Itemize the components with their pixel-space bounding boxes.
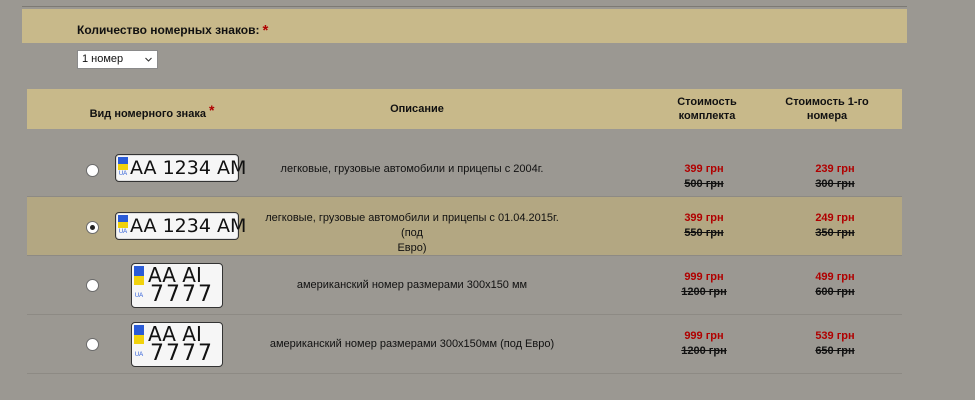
ua-flag-icon: UA [134,325,144,363]
quantity-header-bar: Количество номерных знаков: * [22,9,907,43]
ua-flag-icon: UA [118,215,128,237]
plate-image: UA AA 1234 AM [115,212,246,240]
plate-number-text: AA 1234 AM [130,215,247,237]
set-price-old: 550 грн [684,227,724,239]
required-asterisk: * [262,22,269,39]
header-type: Вид номерного знака * [67,103,237,121]
first-price-current: 499 грн [815,271,855,283]
header-set-cost-line2: комплекта [678,110,736,122]
set-price-current: 999 грн [684,271,724,283]
first-price-current: 249 грн [815,212,855,224]
first-price: 499 грн 600 грн [795,270,875,300]
ua-flag-icon: UA [134,266,144,304]
first-price-old: 650 грн [815,345,855,357]
header-type-label: Вид номерного знака [89,108,206,120]
first-price: 249 грн 350 грн [795,211,875,241]
top-divider [22,6,907,7]
set-price-current: 999 грн [684,330,724,342]
header-first-cost-line1: Стоимость 1-го [785,96,869,108]
plate-number-line2: 7777 [150,341,214,366]
first-price: 239 грн 300 грн [795,162,875,192]
table-row[interactable]: UA AA AI 7777 американский номер размера… [27,256,902,315]
first-price-old: 350 грн [815,227,855,239]
plate-image: UA AA AI 7777 [131,322,223,367]
set-price-old: 1200 грн [681,345,727,357]
row-description: легковые, грузовые автомобили и прицепы … [262,162,562,177]
header-first-cost-line2: номера [806,110,848,122]
first-price-current: 539 грн [815,330,855,342]
quantity-label-text: Количество номерных знаков: [77,23,260,37]
plate-image: UA AA 1234 AM [115,154,246,182]
description-line2: Евро) [397,242,427,254]
set-price-old: 500 грн [684,178,724,190]
quantity-label: Количество номерных знаков: * [77,22,268,39]
header-set-cost-line1: Стоимость [677,96,737,108]
required-asterisk: * [208,102,215,118]
header-description: Описание [390,103,444,115]
plate-types-table: Вид номерного знака * Описание Стоимость … [27,89,902,374]
table-row[interactable]: UA AA AI 7777 американский номер размера… [27,315,902,374]
set-price: 999 грн 1200 грн [664,270,744,300]
chevron-down-icon [145,57,152,62]
plate-type-radio[interactable] [86,221,99,234]
set-price: 399 грн 550 грн [664,211,744,241]
plate-type-radio[interactable] [86,338,99,351]
description-line1: легковые, грузовые автомобили и прицепы … [280,163,544,175]
set-price-current: 399 грн [684,212,724,224]
ua-flag-icon: UA [118,157,128,179]
table-row[interactable]: UA AA 1234 AM легковые, грузовые автомоб… [27,129,902,197]
plate-number-line2: 7777 [150,282,214,307]
description-line1: легковые, грузовые автомобили и прицепы … [265,212,559,239]
plate-type-radio[interactable] [86,164,99,177]
set-price-current: 399 грн [684,163,724,175]
first-price-old: 300 грн [815,178,855,190]
header-set-cost: Стоимость комплекта [647,95,767,123]
row-description: американский номер размерами 300x150 мм [262,278,562,293]
plate-type-radio[interactable] [86,279,99,292]
description-line1: американский номер размерами 300x150 мм [296,279,528,291]
set-price: 399 грн 500 грн [664,162,744,192]
quantity-select[interactable]: 1 номер [77,50,158,69]
plate-number-text: AA 1234 AM [130,157,247,179]
row-description: легковые, грузовые автомобили и прицепы … [262,211,562,256]
plate-image: UA AA AI 7777 [131,263,223,308]
table-header: Вид номерного знака * Описание Стоимость … [27,89,902,129]
set-price-old: 1200 грн [681,286,727,298]
description-line1: американский номер размерами 300x150мм (… [269,338,555,350]
first-price: 539 грн 650 грн [795,329,875,359]
row-description: американский номер размерами 300x150мм (… [262,337,562,352]
set-price: 999 грн 1200 грн [664,329,744,359]
first-price-current: 239 грн [815,163,855,175]
table-row[interactable]: UA AA 1234 AM легковые, грузовые автомоб… [27,197,902,256]
first-price-old: 600 грн [815,286,855,298]
header-first-cost: Стоимость 1-го номера [762,95,892,123]
quantity-select-value: 1 номер [82,53,124,65]
